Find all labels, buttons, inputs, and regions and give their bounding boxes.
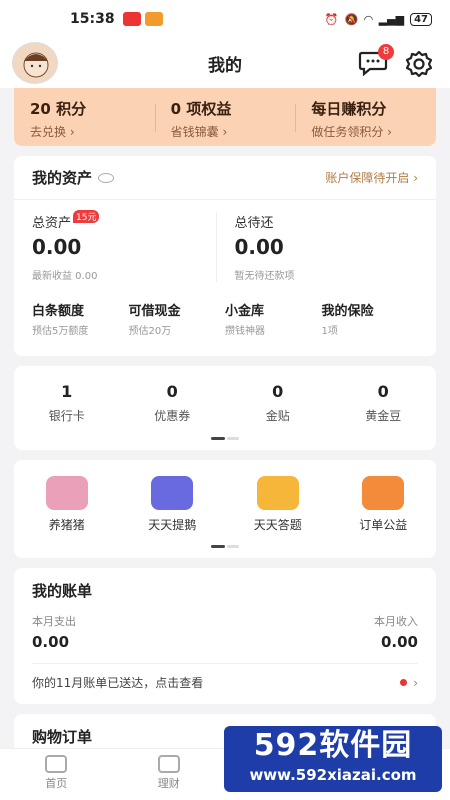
system-icons: ⏰ 🔕 ◠ ▂▄▆ 47 — [324, 12, 432, 26]
signal-icon: ▂▄▆ — [378, 12, 405, 26]
account-protection-link[interactable]: 账户保障待开启 › — [325, 169, 418, 186]
quiz-icon — [256, 476, 299, 510]
lion-icon — [362, 476, 405, 510]
goose-icon — [151, 476, 194, 510]
total-assets[interactable]: 总资产 15元 0.00 最新收益 0.00 — [32, 210, 216, 282]
app-goose[interactable]: 天天提鹅 — [120, 476, 226, 533]
wallet-icon — [157, 755, 180, 773]
asset-item-baitiao[interactable]: 白条额度 预估5万额度 — [32, 300, 129, 337]
page-header: 我的 8 — [0, 38, 450, 88]
apps-card: 养猪猪 天天提鹅 天天答题 订单公益 — [14, 460, 436, 558]
eye-icon[interactable] — [98, 172, 115, 183]
month-income[interactable]: 本月收入 0.00 — [225, 613, 418, 651]
app-quiz[interactable]: 天天答题 — [225, 476, 331, 533]
bonus-tag: 15元 — [73, 210, 100, 223]
stat-coupon[interactable]: 0 优惠券 — [120, 382, 226, 424]
points-daily[interactable]: 每日赚积分 做任务领积分 › — [295, 88, 436, 146]
message-badge: 8 — [378, 44, 394, 60]
mute-icon: 🔕 — [344, 12, 359, 26]
bill-notice[interactable]: 你的11月账单已送达，点击查看 › — [32, 663, 418, 691]
app-notification-icon — [122, 12, 141, 26]
status-time: 15:38 — [70, 11, 115, 27]
assets-title: 我的资产 — [32, 169, 93, 187]
alarm-icon: ⏰ — [324, 12, 339, 26]
tab-finance[interactable]: 理财 — [113, 749, 226, 800]
app-charity[interactable]: 订单公益 — [331, 476, 437, 533]
month-expense[interactable]: 本月支出 0.00 — [32, 613, 225, 651]
page-indicator — [211, 437, 239, 440]
page-indicator — [211, 545, 239, 548]
points-banner: 20 积分 去兑换 › 0 项权益 省钱锦囊 › 每日赚积分 做任务领积分 › — [14, 88, 436, 146]
points-redeem[interactable]: 20 积分 去兑换 › — [14, 88, 155, 146]
app-notification-icon — [144, 12, 163, 26]
stat-gold-bean[interactable]: 0 黄金豆 — [331, 382, 437, 424]
unread-dot — [400, 679, 408, 686]
status-bar: 15:38 ⏰ 🔕 ◠ ▂▄▆ 47 — [0, 0, 450, 38]
assets-header: 我的资产 账户保障待开启 › — [14, 156, 436, 200]
battery-icon: 47 — [410, 12, 432, 26]
avatar[interactable] — [12, 42, 58, 84]
bill-title: 我的账单 — [32, 582, 93, 600]
gear-icon — [405, 50, 433, 78]
wifi-icon: ◠ — [364, 12, 373, 26]
watermark-logo: 592软件园 www.592xiazai.com — [224, 726, 442, 792]
stat-bank-card[interactable]: 1 银行卡 — [14, 382, 120, 424]
message-button[interactable]: 8 — [358, 44, 394, 77]
bill-card: 我的账单 本月支出 0.00 本月收入 0.00 你的11月账单已送达，点击查看 › — [14, 568, 436, 704]
asset-item-insurance[interactable]: 我的保险 1项 — [322, 300, 419, 337]
total-repay[interactable]: 总待还 0.00 暂无待还款项 — [215, 212, 419, 282]
page-title: 我的 — [208, 55, 242, 76]
pig-icon — [45, 476, 88, 510]
notification-icons — [122, 12, 163, 26]
stats-card: 1 银行卡 0 优惠券 0 金贴 0 黄金豆 — [14, 366, 436, 450]
app-pig[interactable]: 养猪猪 — [14, 476, 120, 533]
home-icon — [45, 755, 68, 773]
settings-button[interactable] — [404, 49, 434, 79]
asset-item-vault[interactable]: 小金库 攒钱神器 — [225, 300, 322, 337]
assets-card: 我的资产 账户保障待开启 › 总资产 15元 0.00 最新收益 0.00 总待还… — [14, 156, 436, 356]
stat-subsidy[interactable]: 0 金贴 — [225, 382, 331, 424]
asset-item-cash[interactable]: 可借现金 预估20万 — [129, 300, 226, 337]
chevron-right-icon: › — [413, 675, 418, 690]
tab-home[interactable]: 首页 — [0, 749, 113, 800]
points-benefits[interactable]: 0 项权益 省钱锦囊 › — [154, 88, 296, 146]
